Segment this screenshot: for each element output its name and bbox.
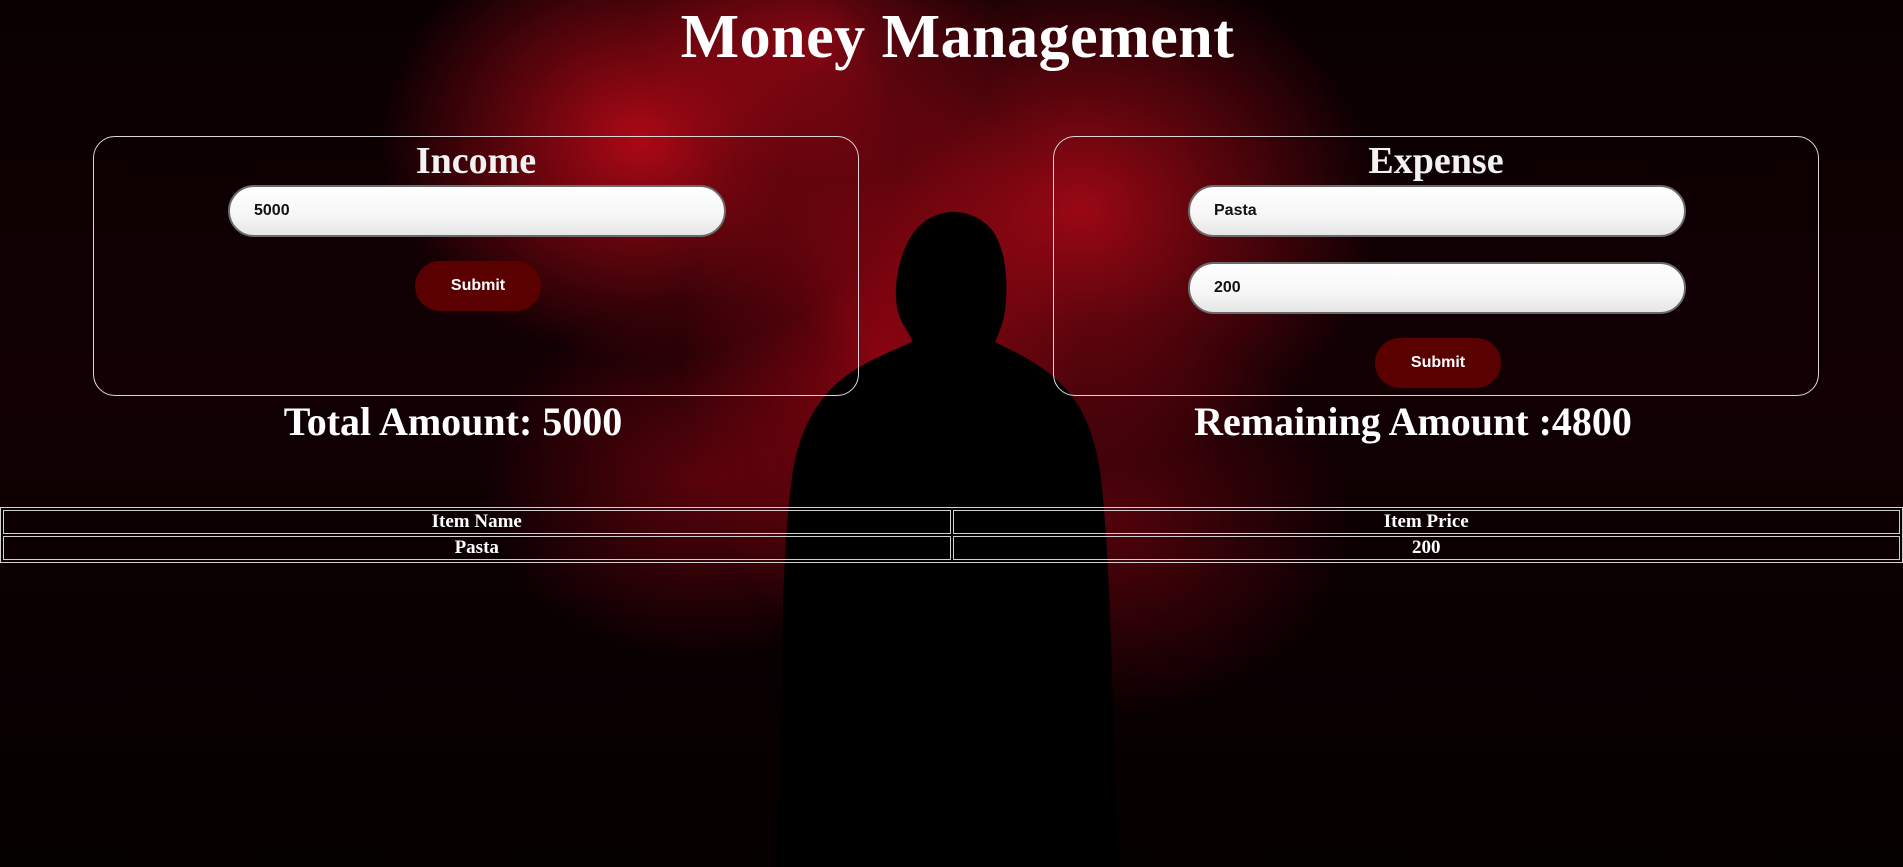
total-amount-text: Total Amount: 5000 [283, 399, 623, 444]
page-title: Money Management [680, 3, 1235, 71]
income-amount-input[interactable] [228, 185, 726, 237]
income-title: Income [415, 140, 537, 182]
income-submit-button[interactable]: Submit [415, 261, 541, 311]
page-content: Money Management Income Submit Expense S… [0, 0, 1903, 867]
table-header-row: Item Name Item Price [3, 510, 1900, 534]
expense-panel: Expense Submit [1053, 136, 1819, 396]
expense-table-wrapper: Item Name Item Price Pasta 200 [0, 507, 1903, 563]
expense-submit-button[interactable]: Submit [1375, 338, 1501, 388]
column-header-item-price: Item Price [952, 510, 1900, 534]
remaining-amount-text: Remaining Amount :4800 [1194, 399, 1632, 444]
table-cell-item-name: Pasta [3, 536, 951, 560]
table-cell-item-price: 200 [952, 536, 1900, 560]
expense-item-name-input[interactable] [1188, 185, 1686, 237]
expense-item-price-input[interactable] [1188, 262, 1686, 314]
table-row: Pasta 200 [3, 536, 1900, 560]
income-panel: Income Submit [93, 136, 859, 396]
column-header-item-name: Item Name [3, 510, 951, 534]
expense-title: Expense [1368, 140, 1504, 182]
expense-table: Item Name Item Price Pasta 200 [0, 507, 1903, 563]
